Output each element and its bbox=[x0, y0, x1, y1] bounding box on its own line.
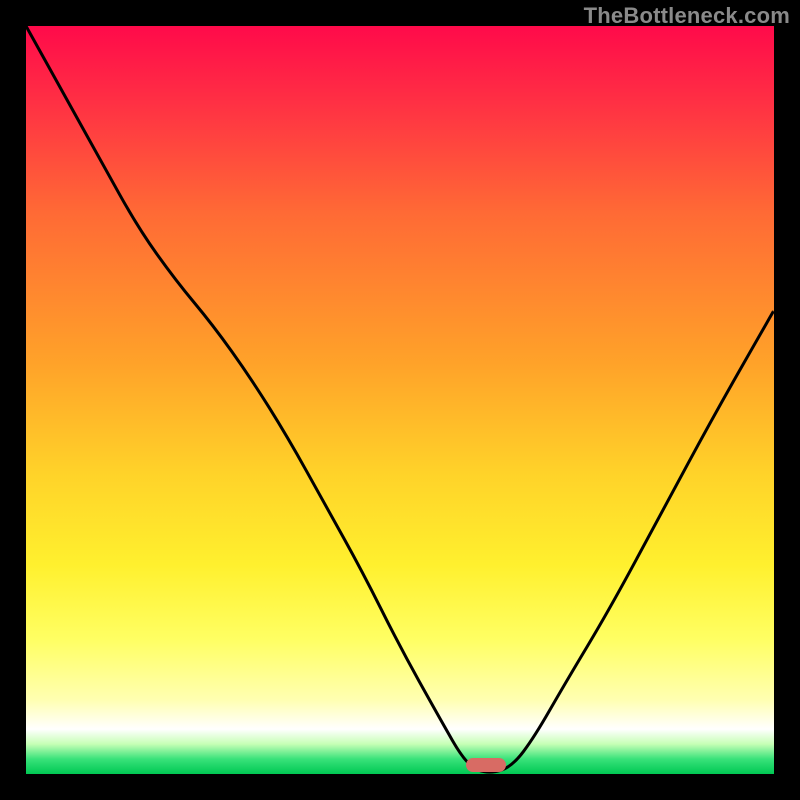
curve-path bbox=[26, 26, 774, 772]
optimal-marker bbox=[466, 758, 506, 772]
watermark-text: TheBottleneck.com bbox=[584, 3, 790, 29]
chart-frame: TheBottleneck.com bbox=[0, 0, 800, 800]
plot-area bbox=[26, 26, 774, 774]
bottleneck-curve bbox=[26, 26, 774, 774]
